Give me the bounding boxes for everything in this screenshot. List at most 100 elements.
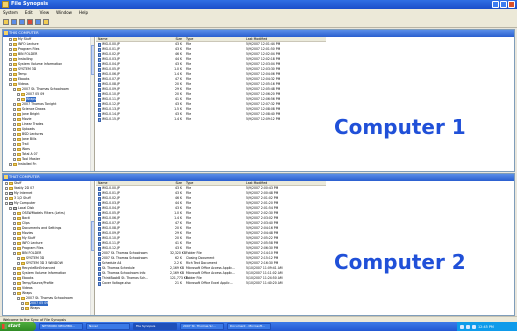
expand-toggle-icon[interactable] [13, 252, 16, 255]
column-type[interactable]: Type [184, 181, 244, 185]
stop-icon[interactable] [27, 19, 33, 25]
expand-toggle-icon[interactable] [9, 53, 12, 56]
file-icon [98, 216, 101, 221]
expand-toggle-icon[interactable] [13, 113, 16, 116]
column-modified[interactable]: Last Modified [244, 181, 326, 185]
expand-toggle-icon[interactable] [13, 287, 16, 290]
file-icon [98, 266, 101, 271]
expand-toggle-icon[interactable] [21, 302, 24, 305]
start-button[interactable]: start [0, 322, 36, 331]
expand-toggle-icon[interactable] [13, 148, 16, 151]
column-size[interactable]: Size [170, 37, 184, 41]
expand-toggle-icon[interactable] [17, 257, 20, 260]
maximize-button[interactable] [500, 1, 507, 8]
tray-security-icon[interactable] [472, 324, 476, 329]
expand-toggle-icon[interactable] [13, 128, 16, 131]
tree-scrollbar[interactable] [90, 181, 94, 315]
expand-toggle-icon[interactable] [13, 123, 16, 126]
taskbar-button[interactable]: Document - Microsoft... [227, 323, 271, 330]
file-row[interactable]: IMG-0.15.JP 1.4 K File 5/9/2007 12:09:12 PM [96, 117, 326, 122]
column-name[interactable]: Name [96, 37, 170, 41]
expand-toggle-icon[interactable] [13, 222, 16, 225]
file-row[interactable]: Cover Voltage.xlsx 21 K Microsoft Office E… [96, 281, 326, 286]
tray-volume-icon[interactable] [466, 324, 470, 329]
scroll-thumb[interactable] [91, 45, 94, 75]
column-size[interactable]: Size [170, 181, 184, 185]
expand-toggle-icon[interactable] [13, 158, 16, 161]
expand-toggle-icon[interactable] [9, 83, 12, 86]
expand-toggle-icon[interactable] [13, 282, 16, 285]
tree-item[interactable]: Wraps [3, 306, 94, 311]
tree-item[interactable]: Installed Fn [3, 162, 94, 167]
expand-toggle-icon[interactable] [9, 48, 12, 51]
expand-toggle-icon[interactable] [13, 212, 16, 215]
menu-system[interactable]: System [3, 9, 18, 17]
expand-toggle-icon[interactable] [13, 277, 16, 280]
expand-toggle-icon[interactable] [13, 133, 16, 136]
forward-icon[interactable] [19, 19, 25, 25]
expand-toggle-icon[interactable] [13, 237, 16, 240]
folder-tree[interactable]: Stuff Vastly 2D 07 My Internet 3 1/2 Stuff M… [3, 181, 95, 315]
folder-icon [17, 103, 21, 106]
expand-toggle-icon[interactable] [13, 232, 16, 235]
expand-toggle-icon[interactable] [9, 58, 12, 61]
menu-help[interactable]: Help [79, 9, 88, 17]
taskbar-button[interactable]: 2007 St. Thomas Sc... [180, 323, 224, 330]
expand-toggle-icon[interactable] [9, 78, 12, 81]
expand-toggle-icon[interactable] [13, 242, 16, 245]
expand-toggle-icon[interactable] [9, 163, 12, 166]
expand-toggle-icon[interactable] [13, 138, 16, 141]
expand-toggle-icon[interactable] [17, 297, 20, 300]
expand-toggle-icon[interactable] [17, 93, 20, 96]
expand-toggle-icon[interactable] [9, 43, 12, 46]
refresh-icon[interactable] [35, 19, 41, 25]
expand-toggle-icon[interactable] [21, 307, 24, 310]
expand-toggle-icon[interactable] [5, 192, 8, 195]
expand-toggle-icon[interactable] [13, 292, 16, 295]
minimize-button[interactable] [492, 1, 499, 8]
expand-toggle-icon[interactable] [13, 143, 16, 146]
expand-toggle-icon[interactable] [9, 38, 12, 41]
close-button[interactable] [508, 1, 515, 8]
expand-toggle-icon[interactable] [13, 217, 16, 220]
expand-toggle-icon[interactable] [13, 272, 16, 275]
menu-window[interactable]: Window [56, 9, 72, 17]
file-icon [98, 92, 101, 97]
folder-tree[interactable]: My Stuff INFO Lecture Program Files BIN FOL… [3, 37, 95, 171]
scroll-thumb[interactable] [91, 221, 94, 251]
expand-toggle-icon[interactable] [13, 108, 16, 111]
expand-toggle-icon[interactable] [9, 73, 12, 76]
expand-toggle-icon[interactable] [13, 103, 16, 106]
taskbar-button[interactable]: NETWORK NEIGHBO... [39, 323, 83, 330]
expand-toggle-icon[interactable] [17, 262, 20, 265]
expand-toggle-icon[interactable] [13, 118, 16, 121]
tray-network-icon[interactable] [460, 324, 464, 329]
column-modified[interactable]: Last Modified [244, 37, 326, 41]
expand-toggle-icon[interactable] [13, 88, 16, 91]
file-icon [98, 112, 101, 117]
menu-edit[interactable]: Edit [25, 9, 33, 17]
up-icon[interactable] [43, 19, 49, 25]
expand-toggle-icon[interactable] [5, 197, 8, 200]
tree-scrollbar[interactable] [90, 37, 94, 171]
expand-toggle-icon[interactable] [5, 182, 8, 185]
column-name[interactable]: Name [96, 181, 170, 185]
new-icon[interactable] [3, 19, 9, 25]
taskbar-button[interactable]: File Synopsis [133, 323, 177, 330]
expand-toggle-icon[interactable] [13, 267, 16, 270]
expand-toggle-icon[interactable] [13, 153, 16, 156]
expand-toggle-icon[interactable] [5, 202, 8, 205]
expand-toggle-icon[interactable] [17, 98, 20, 101]
taskbar-button[interactable]: Novel [86, 323, 130, 330]
column-type[interactable]: Type [184, 37, 244, 41]
expand-toggle-icon[interactable] [9, 207, 12, 210]
back-icon[interactable] [11, 19, 17, 25]
file-rows: IMG-0.00.JP 43 K File 5/9/2007 12:01:44 PM I… [96, 42, 326, 122]
expand-toggle-icon[interactable] [9, 68, 12, 71]
expand-toggle-icon[interactable] [9, 63, 12, 66]
expand-toggle-icon[interactable] [5, 187, 8, 190]
expand-toggle-icon[interactable] [13, 247, 16, 250]
file-modified: 5/9/2007 12:09:12 PM [246, 117, 281, 121]
menu-view[interactable]: View [40, 9, 50, 17]
expand-toggle-icon[interactable] [13, 227, 16, 230]
